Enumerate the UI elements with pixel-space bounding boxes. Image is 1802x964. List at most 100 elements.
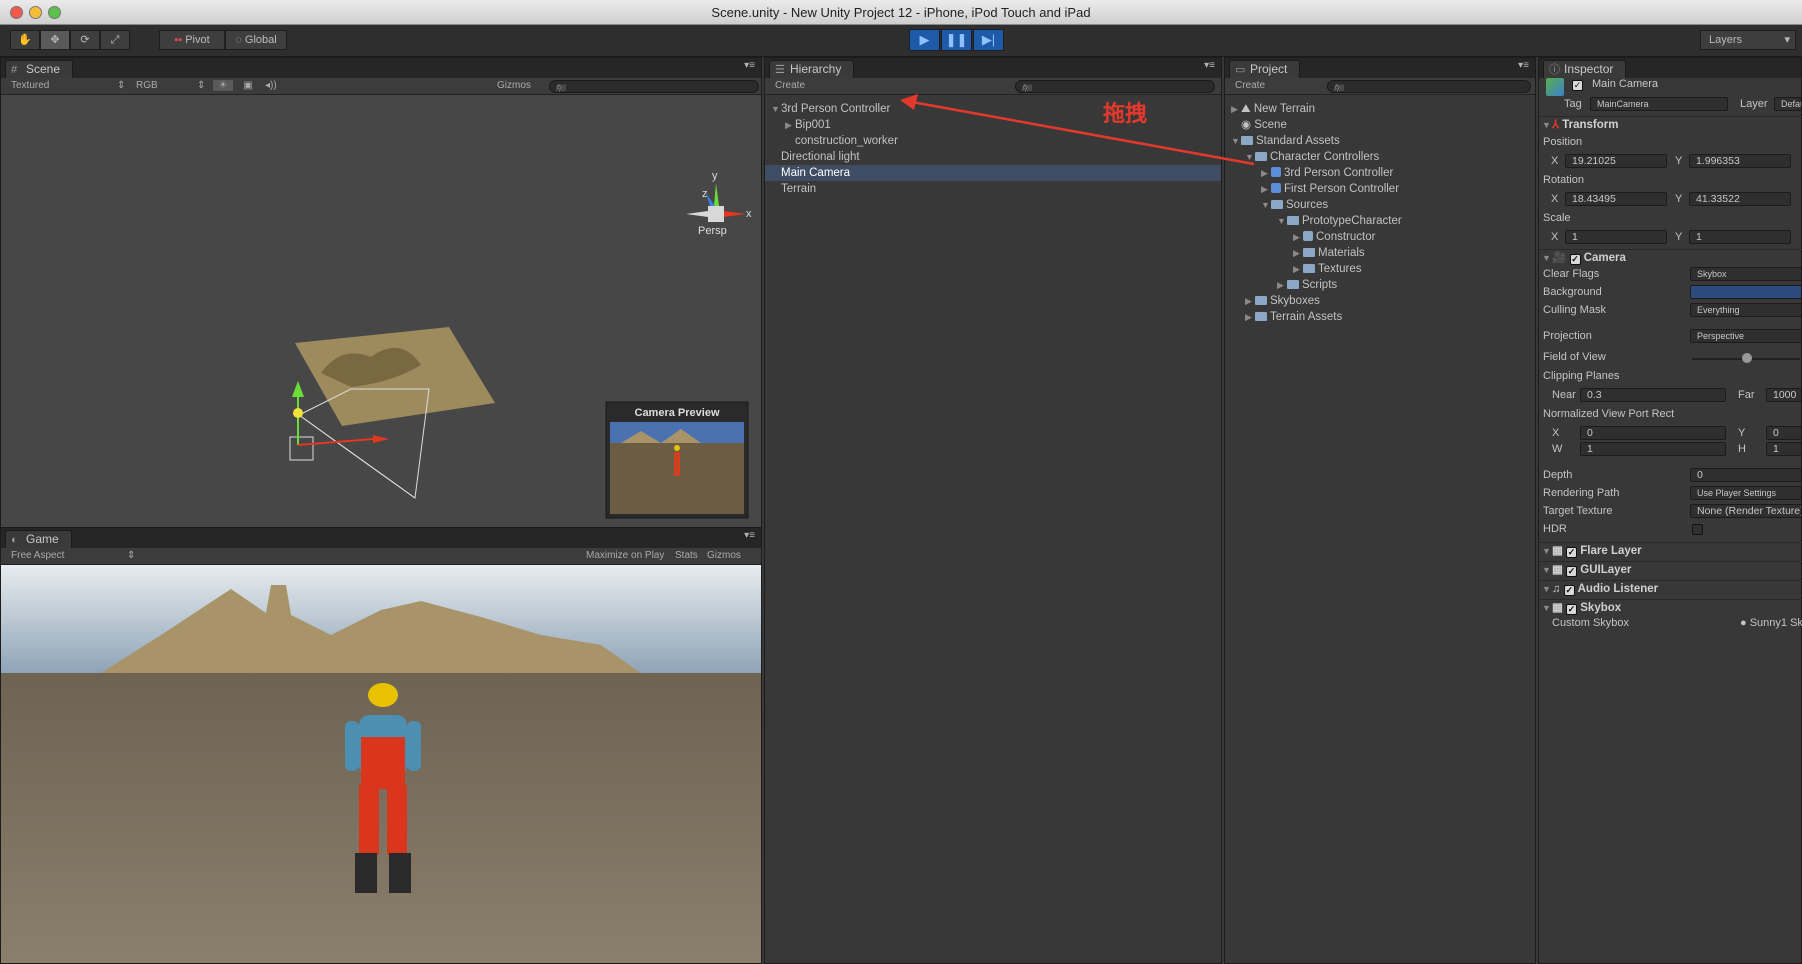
global-toggle[interactable]: ◌ Global xyxy=(225,30,287,50)
hierarchy-item-selected[interactable]: Main Camera xyxy=(765,165,1221,181)
projection-dropdown[interactable]: Perspective xyxy=(1690,329,1802,343)
active-checkbox[interactable]: ✓ xyxy=(1572,80,1583,91)
viewport-h-field[interactable]: 1 xyxy=(1766,442,1802,456)
project-item[interactable]: ▶ 3rd Person Controller xyxy=(1261,165,1393,181)
tab-game[interactable]: ◐ Game xyxy=(5,530,72,548)
scale-x-field[interactable]: 1 xyxy=(1565,230,1667,244)
viewport-y-field[interactable]: 0 xyxy=(1766,426,1802,440)
hierarchy-item[interactable]: construction_worker xyxy=(795,133,1215,149)
project-item[interactable]: ▶ Scripts xyxy=(1277,277,1337,293)
center-handle[interactable] xyxy=(293,408,303,418)
stats-toggle[interactable]: Stats xyxy=(675,550,698,561)
project-create-dropdown[interactable]: Create xyxy=(1235,80,1265,91)
hand-tool-button[interactable]: ✋ xyxy=(10,30,40,50)
project-item[interactable]: ▼ Standard Assets xyxy=(1231,133,1340,149)
expand-arrow-icon[interactable]: ▼ xyxy=(771,101,781,117)
transform-header[interactable]: ▼⅄ Transform xyxy=(1538,116,1802,133)
image-toggle-icon[interactable]: ▣ xyxy=(238,80,258,91)
audio-listener-checkbox[interactable]: ✓ xyxy=(1563,585,1575,596)
collapsed-arrow-icon[interactable]: ▶ xyxy=(1293,229,1303,245)
skybox-checkbox[interactable]: ✓ xyxy=(1566,604,1578,615)
collapsed-arrow-icon[interactable]: ▶ xyxy=(785,117,795,133)
expand-arrow-icon[interactable]: ▼ xyxy=(1231,133,1241,149)
background-color-field[interactable] xyxy=(1690,285,1802,299)
project-item[interactable]: ▶ Materials xyxy=(1293,245,1365,261)
fov-slider-handle[interactable] xyxy=(1742,353,1752,363)
camera-enabled-checkbox[interactable]: ✓ xyxy=(1569,254,1581,265)
skybox-header[interactable]: ▼▦ ✓ Skybox xyxy=(1538,599,1802,616)
hierarchy-item[interactable]: Terrain xyxy=(781,181,1221,197)
guilayer-checkbox[interactable]: ✓ xyxy=(1566,566,1578,577)
play-button[interactable]: ▶ xyxy=(909,29,940,51)
persp-label[interactable]: Persp xyxy=(698,225,727,237)
project-item[interactable]: ▼ Character Controllers xyxy=(1245,149,1379,165)
close-window-button[interactable] xyxy=(10,6,23,19)
move-tool-button[interactable]: ✥ xyxy=(40,30,70,50)
tab-scene[interactable]: # Scene xyxy=(5,60,74,78)
hierarchy-item[interactable]: Directional light xyxy=(781,149,1221,165)
collapsed-arrow-icon[interactable]: ▶ xyxy=(1293,261,1303,277)
expand-arrow-icon[interactable]: ▼ xyxy=(1245,149,1255,165)
tab-project[interactable]: ▭ Project xyxy=(1229,60,1301,78)
audio-toggle-icon[interactable]: ◂)) xyxy=(265,80,277,91)
project-item[interactable]: ▶ Constructor xyxy=(1293,229,1375,245)
collapsed-arrow-icon[interactable]: ▶ xyxy=(1231,101,1241,117)
layers-dropdown[interactable]: Layers ▾ xyxy=(1700,30,1796,50)
target-texture-field[interactable]: None (Render Texture) xyxy=(1690,504,1802,518)
project-item[interactable]: ◉ Scene xyxy=(1241,117,1287,133)
game-gizmos-dropdown[interactable]: Gizmos xyxy=(707,550,741,561)
position-y-field[interactable]: 1.996353 xyxy=(1689,154,1791,168)
viewport-x-field[interactable]: 0 xyxy=(1580,426,1726,440)
collapsed-arrow-icon[interactable]: ▶ xyxy=(1261,181,1271,197)
layer-dropdown[interactable]: Default xyxy=(1774,97,1802,111)
scene-gizmos-dropdown[interactable]: Gizmos xyxy=(497,80,531,91)
panel-menu-icon[interactable]: ▾≡ xyxy=(744,530,755,541)
custom-skybox-field[interactable]: ● Sunny1 Skybox xyxy=(1740,617,1802,629)
tab-inspector[interactable]: ⓘ Inspector xyxy=(1543,60,1627,78)
scene-viewport[interactable]: y z x Persp Camera Preview xyxy=(1,95,761,527)
expand-arrow-icon[interactable]: ▼ xyxy=(1277,213,1287,229)
depth-field[interactable]: 0 xyxy=(1690,468,1802,482)
object-name-field[interactable]: Main Camera xyxy=(1586,78,1786,92)
scale-y-field[interactable]: 1 xyxy=(1689,230,1791,244)
tag-dropdown[interactable]: MainCamera xyxy=(1590,97,1728,111)
project-item[interactable]: ▼ Sources xyxy=(1261,197,1328,213)
near-field[interactable]: 0.3 xyxy=(1580,388,1726,402)
camera-header[interactable]: ▼🎥 ✓ Camera xyxy=(1538,249,1802,266)
clear-flags-dropdown[interactable]: Skybox xyxy=(1690,267,1802,281)
render-mode-dropdown[interactable]: Textured xyxy=(11,80,49,91)
project-item[interactable]: ▶ ⛰ New Terrain xyxy=(1231,101,1315,117)
rotate-tool-button[interactable]: ⟳ xyxy=(70,30,100,50)
flare-layer-checkbox[interactable]: ✓ xyxy=(1566,547,1578,558)
position-x-field[interactable]: 19.21025 xyxy=(1565,154,1667,168)
collapsed-arrow-icon[interactable]: ▶ xyxy=(1293,245,1303,261)
step-button[interactable]: ▶| xyxy=(973,29,1004,51)
viewport-w-field[interactable]: 1 xyxy=(1580,442,1726,456)
maximize-on-play-toggle[interactable]: Maximize on Play xyxy=(586,550,664,561)
far-field[interactable]: 1000 xyxy=(1766,388,1802,402)
tab-hierarchy[interactable]: ☰ Hierarchy xyxy=(769,60,855,78)
project-item[interactable]: ▶ Skyboxes xyxy=(1245,293,1320,309)
panel-menu-icon[interactable]: ▾≡ xyxy=(1518,60,1529,71)
scale-tool-button[interactable]: ⤢ xyxy=(100,30,130,50)
collapsed-arrow-icon[interactable]: ▶ xyxy=(1245,309,1255,325)
color-mode-dropdown[interactable]: RGB xyxy=(136,80,158,91)
hierarchy-create-dropdown[interactable]: Create xyxy=(775,80,805,91)
rotation-y-field[interactable]: 41.33522 xyxy=(1689,192,1791,206)
pivot-toggle[interactable]: ▪▪ Pivot xyxy=(159,30,225,50)
project-item[interactable]: ▶ Textures xyxy=(1293,261,1361,277)
panel-menu-icon[interactable]: ▾≡ xyxy=(744,60,755,71)
project-item[interactable]: ▼ PrototypeCharacter xyxy=(1277,213,1402,229)
project-search-input[interactable]: ⚲ All xyxy=(1327,80,1531,93)
hierarchy-item[interactable]: ▶ Bip001 xyxy=(785,117,1215,133)
panel-menu-icon[interactable]: ▾≡ xyxy=(1204,60,1215,71)
flare-layer-header[interactable]: ▼▦ ✓ Flare Layer xyxy=(1538,542,1802,559)
aspect-dropdown[interactable]: Free Aspect xyxy=(11,550,64,561)
expand-arrow-icon[interactable]: ▼ xyxy=(1261,197,1271,213)
hierarchy-item[interactable]: ▼3rd Person Controller xyxy=(771,101,1221,117)
project-item[interactable]: ▶ Terrain Assets xyxy=(1245,309,1342,325)
scene-search-input[interactable]: ⚲ All xyxy=(549,80,759,93)
zoom-window-button[interactable] xyxy=(48,6,61,19)
guilayer-header[interactable]: ▼▦ ✓ GUILayer xyxy=(1538,561,1802,578)
collapsed-arrow-icon[interactable]: ▶ xyxy=(1245,293,1255,309)
